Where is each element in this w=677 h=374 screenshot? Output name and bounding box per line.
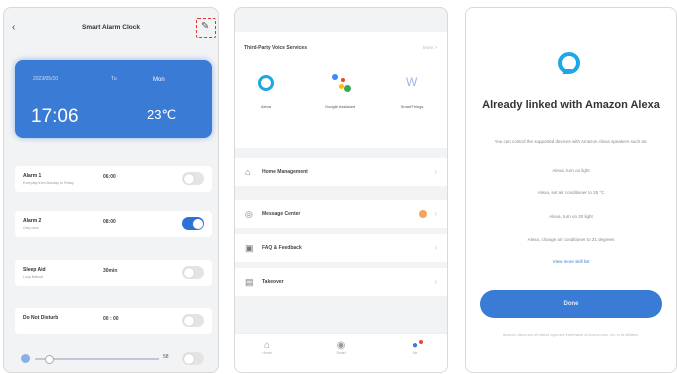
brightness-value: 58 xyxy=(163,354,169,360)
sleep-aid-toggle[interactable] xyxy=(182,266,204,279)
chevron-right-icon: › xyxy=(434,277,437,286)
phone-screen-alexa-linked: Already linked with Amazon Alexa You can… xyxy=(465,7,677,373)
alexa-logo-icon xyxy=(558,52,580,74)
tab-label: Smart xyxy=(336,351,346,355)
view-skill-list-link[interactable]: View more skill list xyxy=(466,259,676,264)
row-sub: Only once xyxy=(23,226,39,230)
notification-dot xyxy=(419,340,423,344)
tab-home[interactable]: ⌂ Home xyxy=(247,340,287,355)
service-name: SmartThings xyxy=(400,104,424,109)
home-tab-icon: ⌂ xyxy=(263,340,271,351)
chevron-right-icon: › xyxy=(434,209,437,218)
alarm-2-toggle[interactable] xyxy=(182,217,204,230)
weekday-short: Tu xyxy=(111,76,117,82)
service-name: Google Assistant xyxy=(324,104,356,109)
service-alexa[interactable]: Alexa xyxy=(241,72,291,110)
brightness-toggle[interactable] xyxy=(182,352,204,365)
brightness-row: 58 xyxy=(15,349,212,369)
brightness-slider-handle[interactable] xyxy=(44,355,54,364)
row-value: 08:00 xyxy=(103,219,116,225)
menu-label: Home Management xyxy=(262,169,308,175)
do-not-disturb-toggle[interactable] xyxy=(182,314,204,327)
menu-message-center[interactable]: ◎ Message Center › xyxy=(235,200,447,228)
service-google-assistant[interactable]: Google Assistant xyxy=(315,72,365,110)
edit-pencil-icon: ✎ xyxy=(201,21,210,32)
takeover-icon: ▤ xyxy=(245,277,254,287)
phone-screen-alarm-clock: ‹ Smart Alarm Clock ✎ 2023/05/10 Tu Mon … xyxy=(3,7,219,373)
clock-card: 2023/05/10 Tu Mon 17:06 23℃ xyxy=(15,60,212,138)
tab-smart[interactable]: ◉ Smart xyxy=(321,340,361,355)
sleep-aid-row[interactable]: Sleep Aid Loop Natural 30min xyxy=(15,260,212,286)
page-title: Smart Alarm Clock xyxy=(82,24,140,31)
row-label: Alarm 2 xyxy=(23,218,42,224)
menu-label: FAQ & Feedback xyxy=(262,245,302,251)
home-icon: ⌂ xyxy=(245,167,251,177)
alarm-row-1[interactable]: Alarm 1 Everyday from Monday to Friday 0… xyxy=(15,166,212,192)
row-value: 30min xyxy=(103,268,118,274)
example-command: Alexa, turn on light xyxy=(552,168,590,173)
service-name: Alexa xyxy=(260,104,271,109)
tab-label: Home xyxy=(262,351,272,355)
services-header: Third-Party Voice Services xyxy=(244,45,307,51)
bottom-tab-bar: ⌂ Home ◉ Smart ● Me xyxy=(235,333,447,372)
clock-time: 17:06 xyxy=(31,106,79,127)
header: ‹ Smart Alarm Clock xyxy=(4,22,218,36)
chevron-right-icon: › xyxy=(434,167,437,176)
do-not-disturb-row[interactable]: Do Not Disturb 00 : 00 xyxy=(15,308,212,334)
example-command: Alexa, change air conditioner to 21 degr… xyxy=(527,237,615,242)
alarm-row-2[interactable]: Alarm 2 Only once 08:00 xyxy=(15,211,212,237)
weekday-label: Mon xyxy=(153,77,165,83)
smart-tab-icon: ◉ xyxy=(336,340,346,351)
menu-faq-feedback[interactable]: ▣ FAQ & Feedback › xyxy=(235,234,447,262)
example-command: Alexa, set air conditioner to 25 °C xyxy=(537,190,605,195)
menu-label: Takeover xyxy=(262,279,284,285)
row-sub: Loop Natural xyxy=(23,275,44,279)
notification-badge xyxy=(419,210,427,218)
row-label: Alarm 1 xyxy=(23,173,42,179)
chevron-right-icon: › xyxy=(434,243,437,252)
tab-me[interactable]: ● Me xyxy=(395,340,435,355)
menu-takeover[interactable]: ▤ Takeover › xyxy=(235,268,447,296)
faq-icon: ▣ xyxy=(245,243,254,253)
example-command: Alexa, turn on 20 light xyxy=(549,214,593,219)
service-smartthings[interactable]: W SmartThings xyxy=(387,72,437,110)
date-label: 2023/05/10 xyxy=(33,76,59,82)
row-sub: Everyday from Monday to Friday xyxy=(23,181,74,185)
menu-label: Message Center xyxy=(262,211,301,217)
brightness-icon xyxy=(21,354,30,363)
google-assistant-icon xyxy=(329,72,351,94)
services-more-link[interactable]: More > xyxy=(423,45,437,50)
row-value: 06:00 xyxy=(103,174,116,180)
phone-screen-me: Third-Party Voice Services More > Alexa … xyxy=(234,7,448,373)
voice-services-card: Third-Party Voice Services More > Alexa … xyxy=(235,32,447,148)
done-button[interactable]: Done xyxy=(480,290,662,318)
alarm-1-toggle[interactable] xyxy=(182,172,204,185)
message-icon: ◎ xyxy=(245,209,253,219)
linked-title: Already linked with Amazon Alexa xyxy=(482,99,660,111)
me-tab-icon: ● xyxy=(411,340,419,351)
row-value: 00 : 00 xyxy=(103,316,119,322)
linked-description: You can control the supported devices wi… xyxy=(494,139,648,144)
smartthings-icon: W xyxy=(406,75,418,89)
edit-button[interactable]: ✎ xyxy=(196,18,216,38)
alexa-icon xyxy=(255,72,277,94)
row-label: Do Not Disturb xyxy=(23,315,59,321)
tab-label: Me xyxy=(412,351,418,355)
temperature: 23℃ xyxy=(147,107,177,122)
menu-home-management[interactable]: ⌂ Home Management › xyxy=(235,158,447,186)
row-label: Sleep Aid xyxy=(23,267,46,273)
trademark-footer: Amazon, Alexa and all related logos are … xyxy=(502,333,640,337)
